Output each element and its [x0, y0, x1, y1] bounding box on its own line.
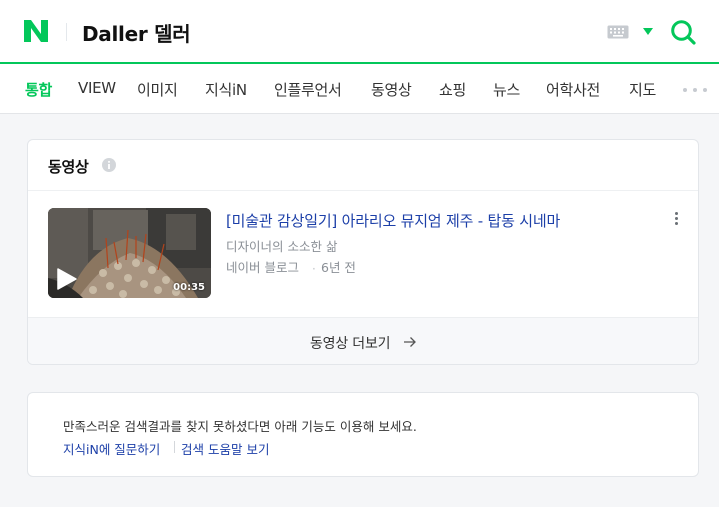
- video-thumbnail[interactable]: 00:35: [48, 208, 211, 298]
- tab-knowledge-in[interactable]: 지식iN: [205, 79, 247, 100]
- video-author[interactable]: 디자이너의 소소한 삶: [226, 236, 337, 255]
- play-icon[interactable]: [57, 268, 77, 290]
- more-tabs-icon[interactable]: [683, 88, 707, 93]
- tab-view[interactable]: VIEW: [78, 79, 116, 97]
- link-divider: [174, 441, 175, 453]
- search-query[interactable]: Daller 델러: [82, 18, 191, 47]
- feedback-message: 만족스러운 검색결과를 찾지 못하셨다면 아래 기능도 이용해 보세요.: [63, 419, 417, 434]
- triangle-down-icon[interactable]: [643, 28, 653, 35]
- kebab-menu-icon[interactable]: [672, 211, 682, 227]
- search-tabs: 통합 VIEW 이미지 지식iN 인플루언서 동영상 쇼핑 뉴스 어학사전 지도: [0, 64, 719, 114]
- video-date: 6년 전: [321, 260, 356, 275]
- search-help-link[interactable]: 검색 도움말 보기: [181, 439, 269, 458]
- tab-dictionary[interactable]: 어학사전: [546, 79, 600, 100]
- tab-shopping[interactable]: 쇼핑: [439, 79, 466, 100]
- arrow-right-icon: [404, 337, 416, 347]
- search-header: Daller 델러: [0, 0, 719, 63]
- tab-map[interactable]: 지도: [629, 79, 656, 100]
- search-button[interactable]: [670, 19, 696, 45]
- video-duration: 00:35: [173, 282, 205, 293]
- naver-logo[interactable]: [24, 20, 48, 42]
- keyboard-icon[interactable]: [607, 25, 629, 39]
- section-title: 동영상: [48, 158, 89, 176]
- video-title-link[interactable]: [미술관 감상일기] 아라리오 뮤지엄 제주 - 탑동 시네마: [226, 210, 560, 231]
- section-divider: [28, 190, 698, 191]
- tab-integrated[interactable]: 통합: [25, 79, 52, 100]
- video-source[interactable]: 네이버 블로그: [226, 257, 299, 276]
- more-videos-label: 동영상 더보기: [310, 336, 391, 352]
- ask-knowledge-in-link[interactable]: 지식iN에 질문하기: [63, 439, 160, 458]
- tab-video[interactable]: 동영상: [371, 79, 412, 100]
- search-feedback-box: 만족스러운 검색결과를 찾지 못하셨다면 아래 기능도 이용해 보세요. 지식i…: [27, 392, 699, 477]
- info-icon[interactable]: [102, 158, 116, 172]
- video-section: 동영상 00:35 [미술관 감상일기] 아라리오 뮤지엄 제주 - 탑동 시네…: [27, 139, 699, 365]
- tab-influencer[interactable]: 인플루언서: [274, 79, 342, 100]
- tab-news[interactable]: 뉴스: [493, 79, 520, 100]
- header-divider: [66, 23, 67, 41]
- tab-images[interactable]: 이미지: [137, 79, 178, 100]
- meta-separator: ·: [312, 262, 316, 276]
- video-more-button[interactable]: 동영상 더보기: [28, 317, 698, 364]
